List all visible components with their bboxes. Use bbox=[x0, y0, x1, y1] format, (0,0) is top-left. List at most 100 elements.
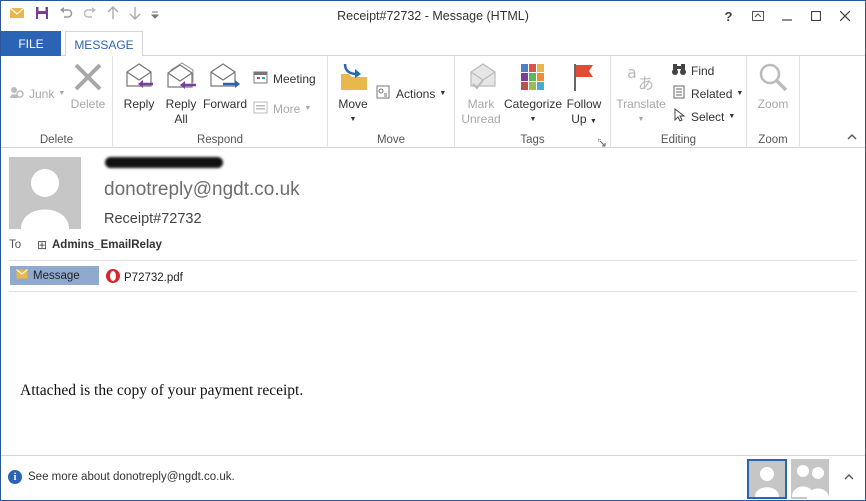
reply-all-icon bbox=[164, 60, 198, 94]
actions-icon bbox=[376, 85, 392, 102]
person-silhouette-icon bbox=[755, 467, 779, 497]
sender-avatar bbox=[9, 157, 81, 229]
forward-label: Forward bbox=[203, 97, 248, 111]
message-window: Receipt#72732 - Message (HTML) ? FILE ME… bbox=[0, 0, 866, 501]
find-button[interactable]: Find bbox=[671, 62, 714, 79]
follow-up-label-line1: Follow bbox=[566, 97, 602, 111]
related-button[interactable]: Related ▼ bbox=[671, 85, 743, 102]
actions-button[interactable]: Actions ▼ bbox=[376, 85, 446, 102]
follow-up-label-line2: Up ▼ bbox=[563, 112, 605, 129]
people-pane: i See more about donotreply@ngdt.co.uk. bbox=[1, 455, 865, 500]
delete-x-icon bbox=[71, 60, 105, 94]
title-bar: Receipt#72732 - Message (HTML) ? bbox=[1, 1, 865, 31]
meeting-label: Meeting bbox=[273, 71, 316, 86]
translate-label: Translate bbox=[616, 97, 666, 111]
meeting-button[interactable]: Meeting bbox=[253, 70, 316, 87]
expand-recipient-icon[interactable]: ⊞ bbox=[37, 238, 47, 252]
svg-text:a: a bbox=[627, 63, 637, 82]
mark-unread-label-line2: Unread bbox=[461, 112, 501, 126]
reply-label: Reply bbox=[123, 97, 155, 111]
chevron-down-icon: ▼ bbox=[439, 90, 447, 97]
to-label: To bbox=[9, 239, 22, 251]
reply-button[interactable]: Reply bbox=[119, 60, 159, 112]
people-pane-contact-avatar[interactable] bbox=[747, 459, 787, 499]
categorize-label: Categorize bbox=[503, 97, 563, 111]
divider bbox=[9, 260, 857, 261]
cursor-icon bbox=[671, 107, 687, 125]
ribbon-display-options-icon[interactable] bbox=[743, 5, 772, 27]
tab-message[interactable]: MESSAGE bbox=[65, 31, 143, 57]
message-tab-label: Message bbox=[33, 269, 80, 282]
redacted-sender-name bbox=[105, 157, 223, 168]
categorize-button[interactable]: Categorize ▼ bbox=[503, 60, 563, 127]
more-respond-button[interactable]: More ▼ bbox=[253, 100, 311, 117]
group-label-respond: Respond bbox=[196, 134, 244, 146]
attachment-name: P72732.pdf bbox=[124, 271, 183, 284]
translate-icon: aあ bbox=[624, 60, 658, 94]
reply-all-label-line2: All bbox=[174, 112, 188, 126]
tab-file[interactable]: FILE bbox=[1, 31, 61, 56]
ribbon-group-delete: Junk ▼ Delete Delete bbox=[1, 56, 113, 148]
people-pane-all-contacts-icon[interactable] bbox=[791, 459, 829, 499]
group-label-delete: Delete bbox=[39, 134, 74, 146]
message-subject: Receipt#72732 bbox=[104, 211, 202, 227]
actions-label: Actions bbox=[396, 86, 436, 101]
forward-icon bbox=[208, 60, 242, 94]
delete-label: Delete bbox=[70, 97, 106, 111]
group-label-editing: Editing bbox=[660, 134, 697, 146]
zoom-label: Zoom bbox=[757, 97, 789, 111]
recipient[interactable]: Admins_EmailRelay bbox=[52, 239, 162, 251]
reply-all-button[interactable]: Reply All bbox=[161, 60, 201, 127]
ribbon-group-respond: Reply Reply All Forward Meeting More ▼ R… bbox=[113, 56, 328, 148]
find-label: Find bbox=[691, 63, 715, 78]
move-folder-icon bbox=[336, 60, 370, 94]
follow-up-button[interactable]: Follow Up ▼ bbox=[563, 60, 605, 129]
ribbon-group-move: Move ▼ Actions ▼ Move bbox=[328, 56, 455, 148]
minimize-button[interactable] bbox=[772, 5, 801, 27]
chevron-down-icon: ▼ bbox=[58, 90, 66, 97]
reply-icon bbox=[122, 60, 156, 94]
group-label-tags: Tags bbox=[520, 134, 545, 146]
categorize-icon bbox=[516, 60, 550, 94]
group-label-zoom: Zoom bbox=[758, 134, 788, 146]
binoculars-icon bbox=[671, 62, 687, 79]
related-label: Related bbox=[691, 86, 733, 101]
chevron-down-icon: ▼ bbox=[728, 113, 736, 120]
see-more-link[interactable]: See more about donotreply@ngdt.co.uk. bbox=[28, 471, 235, 483]
more-icon bbox=[253, 100, 269, 117]
junk-label: Junk bbox=[29, 86, 55, 101]
move-label: Move bbox=[338, 97, 368, 111]
junk-button[interactable]: Junk ▼ bbox=[9, 85, 65, 102]
collapse-ribbon-icon[interactable] bbox=[847, 132, 857, 143]
follow-up-label-line2-text: Up bbox=[571, 112, 587, 126]
meeting-icon bbox=[253, 70, 269, 87]
chevron-down-icon: ▼ bbox=[529, 116, 537, 123]
select-button[interactable]: Select ▼ bbox=[671, 107, 736, 125]
attachment-item[interactable]: P72732.pdf bbox=[105, 268, 183, 287]
delete-button[interactable]: Delete bbox=[67, 60, 109, 112]
close-button[interactable] bbox=[830, 5, 859, 27]
translate-button[interactable]: aあ Translate ▼ bbox=[615, 60, 667, 127]
expand-people-pane-icon[interactable] bbox=[844, 471, 854, 483]
ribbon-group-tags: Mark Unread Categorize ▼ Follow Up ▼ Tag… bbox=[455, 56, 611, 148]
info-icon: i bbox=[8, 470, 22, 484]
message-body-tab[interactable]: Message bbox=[10, 266, 99, 285]
chevron-down-icon: ▼ bbox=[304, 105, 312, 112]
mark-unread-button[interactable]: Mark Unread bbox=[459, 60, 503, 127]
ribbon-tabs: FILE MESSAGE bbox=[1, 31, 865, 57]
forward-button[interactable]: Forward bbox=[203, 60, 247, 112]
move-button[interactable]: Move ▼ bbox=[334, 60, 372, 127]
sender-address[interactable]: donotreply@ngdt.co.uk bbox=[104, 179, 300, 201]
message-body-text: Attached is the copy of your payment rec… bbox=[20, 382, 304, 399]
reply-all-label-line1: Reply bbox=[165, 97, 197, 111]
more-label: More bbox=[273, 101, 301, 116]
zoom-button[interactable]: Zoom bbox=[751, 60, 795, 112]
flag-icon bbox=[567, 60, 601, 94]
related-icon bbox=[671, 85, 687, 102]
divider bbox=[9, 291, 857, 292]
ribbon-group-zoom: Zoom Zoom bbox=[747, 56, 800, 148]
ribbon: Junk ▼ Delete Delete Reply Reply All For… bbox=[1, 56, 865, 148]
magnifier-icon bbox=[756, 60, 790, 94]
help-button[interactable]: ? bbox=[714, 5, 743, 27]
maximize-button[interactable] bbox=[801, 5, 830, 27]
